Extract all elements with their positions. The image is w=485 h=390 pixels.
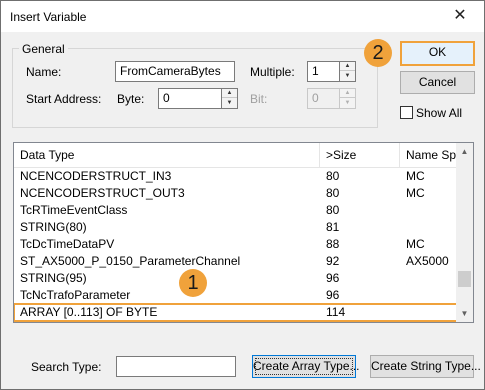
spin-up-icon[interactable]: ▲ xyxy=(222,89,237,98)
cancel-button[interactable]: Cancel xyxy=(400,71,475,94)
name-label: Name: xyxy=(26,65,62,79)
cell-namespace: MC xyxy=(406,186,425,200)
cell-size: 114 xyxy=(326,305,346,319)
window-title: Insert Variable xyxy=(10,10,87,24)
insert-variable-dialog: Insert Variable ✕ General Name: FromCame… xyxy=(0,0,485,390)
spin-up-icon[interactable]: ▲ xyxy=(340,62,355,71)
cell-data-type: NCENCODERSTRUCT_IN3 xyxy=(20,169,172,183)
vertical-scrollbar[interactable]: ▲ ▼ xyxy=(456,143,473,322)
close-icon[interactable]: ✕ xyxy=(442,3,478,29)
scroll-thumb[interactable] xyxy=(458,271,471,287)
cell-size: 80 xyxy=(326,203,340,217)
bit-label: Bit: xyxy=(250,92,268,106)
start-address-label: Start Address: xyxy=(26,92,102,106)
byte-input[interactable]: 0 xyxy=(158,88,222,109)
scroll-down-icon[interactable]: ▼ xyxy=(456,305,473,322)
column-header-data-type[interactable]: Data Type xyxy=(14,143,320,168)
bit-spinner: ▲ ▼ xyxy=(339,88,356,109)
ok-button[interactable]: OK xyxy=(400,41,475,66)
cell-size: 81 xyxy=(326,220,340,234)
cell-namespace xyxy=(400,202,458,219)
table-row[interactable]: TcRTimeEventClass 80 xyxy=(14,202,458,219)
spin-down-icon[interactable]: ▼ xyxy=(222,99,237,108)
table-row[interactable]: STRING(95) 96 xyxy=(14,270,458,287)
column-header-size[interactable]: >Size xyxy=(320,143,400,168)
bit-input: 0 xyxy=(307,88,340,109)
show-all-label: Show All xyxy=(416,106,463,120)
byte-spinner[interactable]: ▲ ▼ xyxy=(221,88,238,109)
cell-data-type: STRING(95) xyxy=(20,271,87,285)
cell-size: 88 xyxy=(326,237,340,251)
scroll-up-icon[interactable]: ▲ xyxy=(456,143,473,160)
cell-namespace xyxy=(400,304,458,321)
cell-data-type: TcDcTimeDataPV xyxy=(20,237,115,251)
multiple-label: Multiple: xyxy=(250,65,295,79)
cell-size: 96 xyxy=(326,288,340,302)
cell-namespace: AX5000 xyxy=(406,254,449,268)
cell-data-type: ARRAY [0..113] OF BYTE xyxy=(20,305,158,319)
cell-size: 80 xyxy=(326,186,340,200)
step-1-badge: 1 xyxy=(179,269,207,297)
spin-down-icon[interactable]: ▼ xyxy=(340,72,355,81)
multiple-input[interactable]: 1 xyxy=(307,61,340,82)
step-2-badge: 2 xyxy=(364,39,392,67)
search-type-input[interactable] xyxy=(116,356,236,377)
cell-data-type: TcRTimeEventClass xyxy=(20,203,128,217)
table-row[interactable]: TcNcTrafoParameter 96 xyxy=(14,287,458,304)
byte-label: Byte: xyxy=(117,92,145,106)
table-row[interactable]: NCENCODERSTRUCT_OUT3 80 MC xyxy=(14,185,458,202)
spin-up-icon: ▲ xyxy=(340,89,355,98)
name-input[interactable]: FromCameraBytes xyxy=(115,61,235,82)
cell-data-type: TcNcTrafoParameter xyxy=(20,288,131,302)
cell-data-type: ST_AX5000_P_0150_ParameterChannel xyxy=(20,254,241,268)
search-type-label: Search Type: xyxy=(31,360,102,374)
list-header: Data Type >Size Name Spac xyxy=(14,143,458,168)
cell-data-type: STRING(80) xyxy=(20,220,87,234)
table-row[interactable]: NCENCODERSTRUCT_IN3 80 MC xyxy=(14,168,458,185)
table-row[interactable]: ST_AX5000_P_0150_ParameterChannel 92 AX5… xyxy=(14,253,458,270)
cell-namespace: MC xyxy=(406,237,425,251)
cell-data-type: NCENCODERSTRUCT_OUT3 xyxy=(20,186,185,200)
cell-namespace xyxy=(400,270,458,287)
data-type-list[interactable]: Data Type >Size Name Spac NCENCODERSTRUC… xyxy=(13,142,474,323)
multiple-spinner[interactable]: ▲ ▼ xyxy=(339,61,356,82)
create-string-type-button[interactable]: Create String Type... xyxy=(370,355,481,378)
table-row[interactable]: STRING(80) 81 xyxy=(14,219,458,236)
general-legend: General xyxy=(19,42,68,56)
show-all-checkbox[interactable] xyxy=(400,106,413,119)
cell-namespace xyxy=(400,287,458,304)
cell-size: 80 xyxy=(326,169,340,183)
cell-namespace: MC xyxy=(406,169,425,183)
cell-namespace xyxy=(400,219,458,236)
cell-size: 92 xyxy=(326,254,340,268)
spin-down-icon: ▼ xyxy=(344,100,351,106)
table-row-selected[interactable]: ARRAY [0..113] OF BYTE 114 xyxy=(14,303,459,322)
cell-size: 96 xyxy=(326,271,340,285)
column-header-namespace[interactable]: Name Spac xyxy=(400,143,458,168)
create-array-type-button[interactable]: Create Array Type... xyxy=(252,355,360,378)
table-row[interactable]: TcDcTimeDataPV 88 MC xyxy=(14,236,458,253)
title-bar: Insert Variable ✕ xyxy=(1,1,484,32)
